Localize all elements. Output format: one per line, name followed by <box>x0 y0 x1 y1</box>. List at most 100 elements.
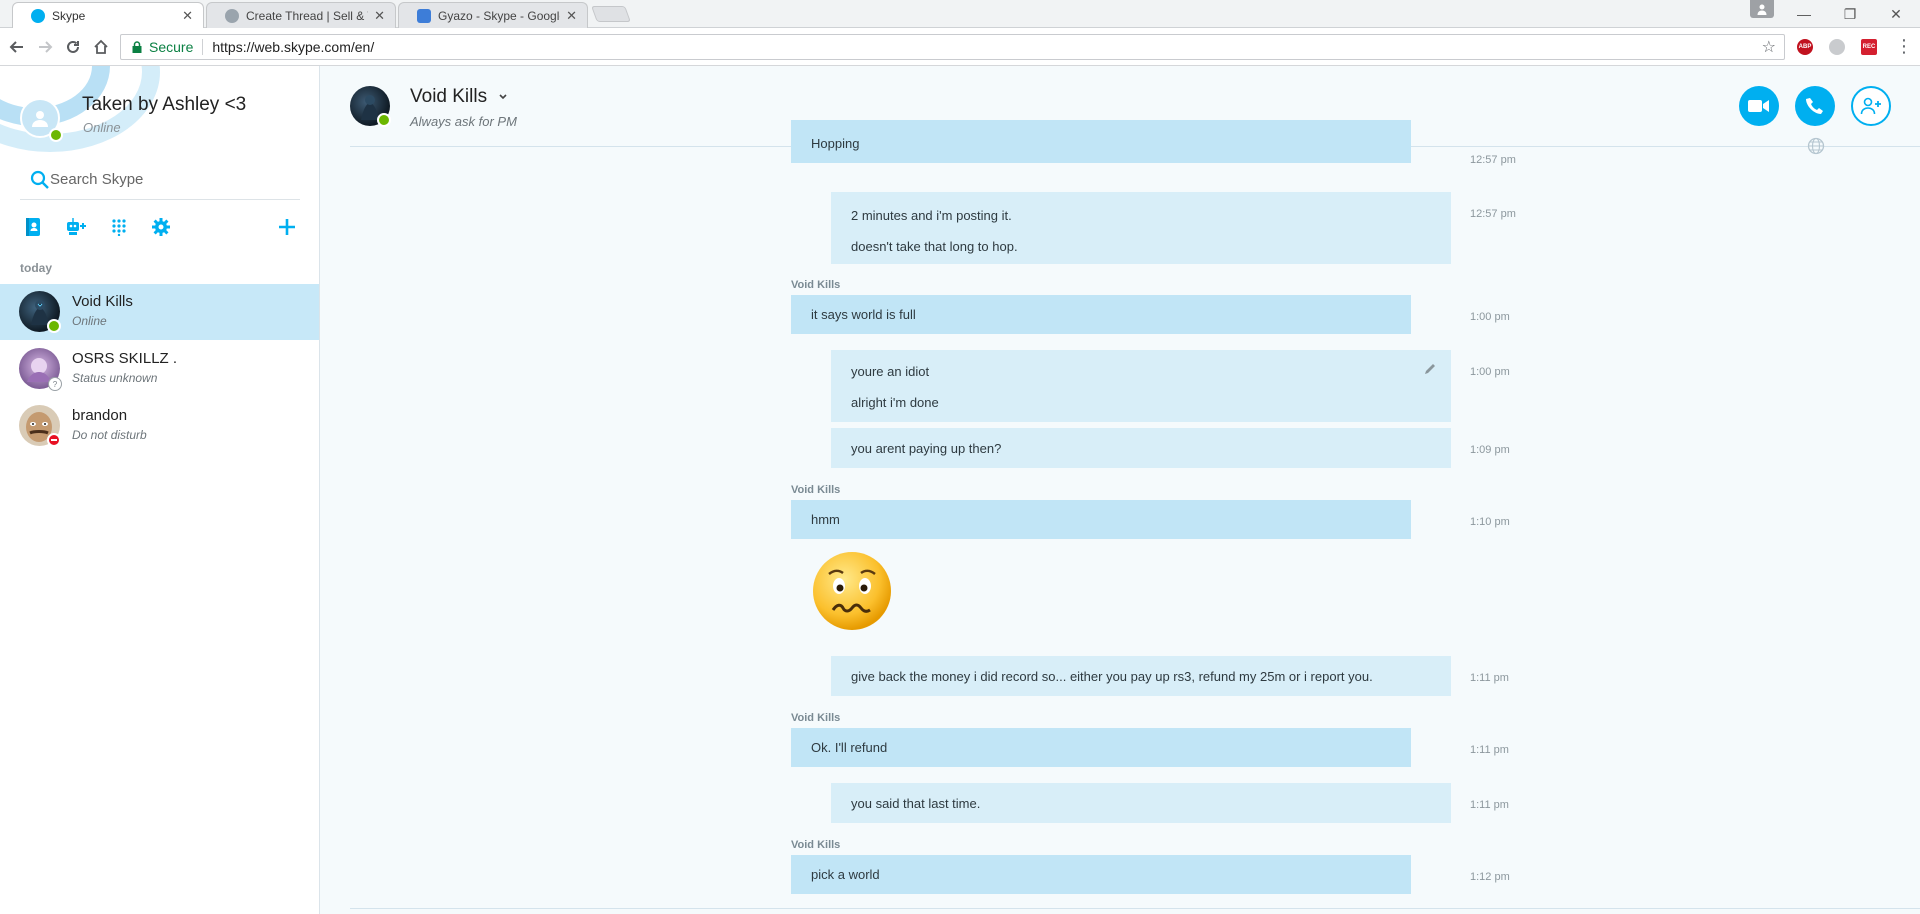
message-bubble[interactable]: it says world is full <box>791 295 1411 334</box>
message-text: 2 minutes and i'm posting it. <box>851 208 1012 223</box>
avatar[interactable] <box>350 86 391 127</box>
message-bubble[interactable]: 2 minutes and i'm posting it. doesn't ta… <box>831 192 1451 264</box>
new-tab-button[interactable] <box>591 6 631 22</box>
settings-button[interactable] <box>148 214 174 240</box>
contact-status: Do not disturb <box>72 428 147 442</box>
message-timestamp: 12:57 pm <box>1470 154 1516 166</box>
message-timestamp: 1:00 pm <box>1470 311 1510 323</box>
message-text: you said that last time. <box>851 796 981 811</box>
message-timestamp: 1:10 pm <box>1470 516 1510 528</box>
audio-call-button[interactable] <box>1795 86 1835 126</box>
message-bubble[interactable]: hmm <box>791 500 1411 539</box>
online-status-icon <box>47 319 61 333</box>
reload-button[interactable] <box>62 36 84 58</box>
message-sender: Void Kills <box>791 484 841 496</box>
message-bubble[interactable]: pick a world <box>791 855 1411 894</box>
message-text: Hopping <box>811 136 860 151</box>
message-sender: Void Kills <box>791 712 841 724</box>
message-text: youre an idiot <box>851 364 930 379</box>
message-bubble[interactable]: Hopping <box>791 120 1411 163</box>
video-call-button[interactable] <box>1739 86 1779 126</box>
new-conversation-button[interactable] <box>274 214 300 240</box>
search-placeholder: Search Skype <box>50 171 144 188</box>
contacts-button[interactable] <box>20 214 46 240</box>
bookmark-star-icon[interactable]: ☆ <box>1762 37 1776 57</box>
reload-icon <box>67 40 79 53</box>
message-text: doesn't take that long to hop. <box>851 239 1018 254</box>
home-button[interactable] <box>90 36 112 58</box>
message-bubble[interactable]: you said that last time. <box>831 783 1451 823</box>
contact-status: Status unknown <box>72 371 158 385</box>
lock-icon <box>132 41 142 53</box>
section-label: today <box>20 261 53 275</box>
message-bubble[interactable]: youre an idiot alright i'm done <box>831 350 1451 422</box>
gear-icon <box>152 218 170 236</box>
record-extension-icon[interactable]: REC <box>1861 39 1877 55</box>
url-field[interactable]: Secure https://web.skype.com/en/ ☆ <box>120 34 1785 60</box>
contact-name: OSRS SKILLZ . <box>72 350 178 367</box>
url-text: https://web.skype.com/en/ <box>212 39 375 55</box>
tab-skype[interactable]: Skype ✕ <box>12 2 204 28</box>
contact-item-brandon[interactable]: brandon Do not disturb <box>0 398 319 454</box>
back-button[interactable] <box>6 36 28 58</box>
forward-button[interactable] <box>34 36 56 58</box>
message-sender: Void Kills <box>791 279 841 291</box>
arrow-left-icon <box>9 41 23 53</box>
contact-status: Online <box>72 314 107 328</box>
message-bubble[interactable]: you arent paying up then? <box>831 428 1451 468</box>
extension-icon[interactable] <box>1829 39 1845 55</box>
gyazo-favicon-icon <box>417 8 431 23</box>
message-text: hmm <box>811 512 840 527</box>
message-text: it says world is full <box>811 307 916 322</box>
close-icon[interactable]: ✕ <box>374 8 385 24</box>
restore-button[interactable]: ❐ <box>1827 0 1873 28</box>
close-icon[interactable]: ✕ <box>182 8 193 24</box>
minimize-button[interactable]: — <box>1781 0 1827 28</box>
adblock-extension-icon[interactable]: ABP <box>1797 39 1813 55</box>
message-text: pick a world <box>811 867 880 882</box>
chevron-down-icon <box>499 94 507 100</box>
message-text: give back the money i did record so... e… <box>851 669 1373 684</box>
bot-add-icon <box>67 218 86 235</box>
conversation-title[interactable]: Void Kills <box>410 86 508 108</box>
profile-status[interactable]: Online <box>83 120 121 135</box>
message-bubble[interactable]: give back the money i did record so... e… <box>831 656 1451 696</box>
skype-favicon-icon <box>31 8 45 23</box>
profile-name[interactable]: Taken by Ashley <3 <box>82 94 246 116</box>
message-text: you arent paying up then? <box>851 441 1002 456</box>
search-input[interactable]: Search Skype <box>20 160 300 200</box>
worried-emoticon-icon[interactable] <box>811 550 893 632</box>
contact-item-void-kills[interactable]: Void Kills Online <box>0 284 319 340</box>
message-timestamp: 1:11 pm <box>1470 744 1509 756</box>
add-bot-button[interactable] <box>63 214 89 240</box>
home-icon <box>94 39 108 54</box>
add-participant-button[interactable] <box>1851 86 1891 126</box>
search-icon <box>30 170 49 189</box>
online-status-icon <box>377 113 391 127</box>
do-not-disturb-icon <box>47 433 61 447</box>
online-status-icon <box>49 128 63 142</box>
skype-sidebar: Taken by Ashley <3 Online Search Skype t… <box>0 66 320 914</box>
message-timestamp: 1:11 pm <box>1470 672 1509 684</box>
contacts-book-icon <box>26 218 40 236</box>
profile-icon[interactable] <box>1750 0 1774 18</box>
close-icon[interactable]: ✕ <box>566 8 577 24</box>
contact-name: brandon <box>72 407 128 424</box>
status-unknown-icon: ? <box>48 377 62 391</box>
video-camera-icon <box>1748 100 1769 112</box>
globe-icon[interactable] <box>1807 137 1825 155</box>
browser-menu-icon[interactable]: ⋮ <box>1895 37 1913 55</box>
dialpad-button[interactable] <box>106 214 132 240</box>
avatar[interactable] <box>20 98 63 142</box>
browser-tabstrip: Skype ✕ Create Thread | Sell & Tr ✕ Gyaz… <box>0 0 1920 28</box>
tab-gyazo[interactable]: Gyazo - Skype - Google ✕ <box>398 2 588 28</box>
contact-item-osrs-skillz[interactable]: ? OSRS SKILLZ . Status unknown <box>0 341 319 397</box>
message-timestamp: 1:00 pm <box>1470 366 1510 378</box>
add-person-icon <box>1860 97 1881 115</box>
conversation-subtitle: Always ask for PM <box>410 114 517 129</box>
address-bar: Secure https://web.skype.com/en/ ☆ ABP R… <box>0 28 1920 66</box>
message-timestamp: 1:09 pm <box>1470 444 1510 456</box>
message-bubble[interactable]: Ok. I'll refund <box>791 728 1411 767</box>
tab-create-thread[interactable]: Create Thread | Sell & Tr ✕ <box>206 2 396 28</box>
window-close-button[interactable]: ✕ <box>1873 0 1919 28</box>
